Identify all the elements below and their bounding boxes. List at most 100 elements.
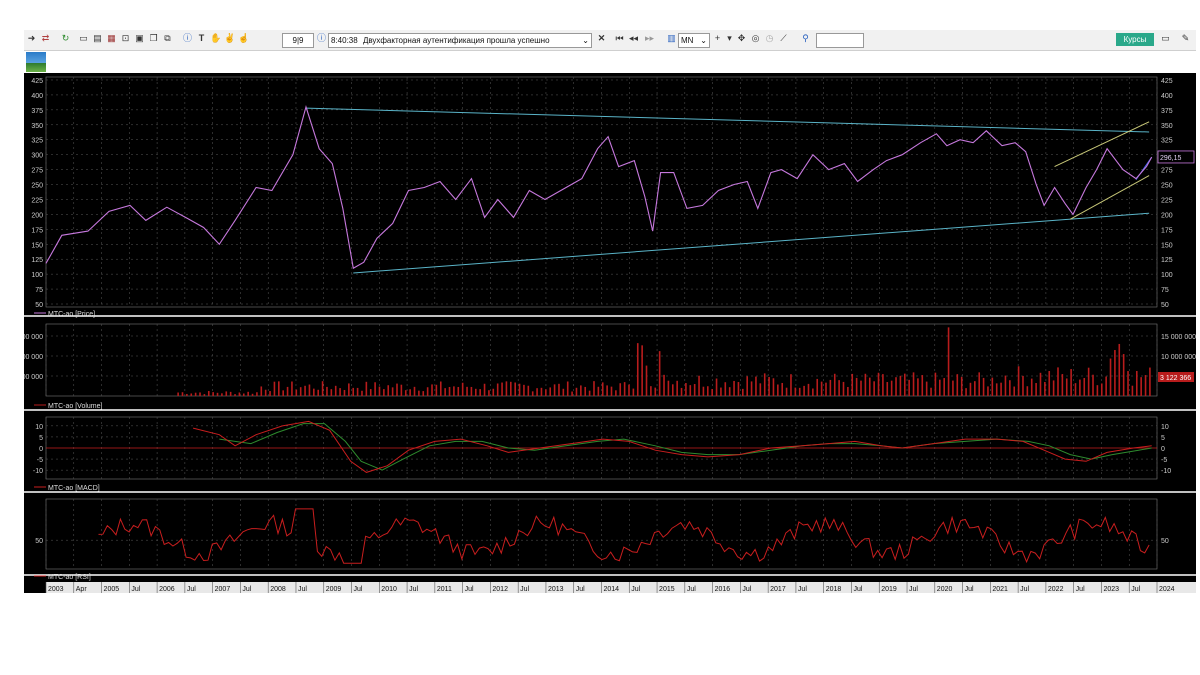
volume-bar (234, 394, 236, 396)
macd-legend-label: МТС-ао [MACD] (48, 485, 100, 492)
plus-icon[interactable]: + (712, 33, 723, 44)
volume-bar (1149, 367, 1151, 396)
volume-bar (510, 381, 512, 396)
volume-bar (777, 384, 779, 396)
volume-bar (479, 389, 481, 396)
clock-icon[interactable]: ◷ (764, 33, 775, 44)
price-tick-right: 150 (1161, 242, 1173, 249)
volume-bar (952, 380, 954, 396)
search-input[interactable] (816, 33, 864, 48)
macd-tick-right: 5 (1161, 435, 1165, 442)
alert-icon[interactable]: ⓘ (316, 33, 327, 44)
volume-bar (409, 389, 411, 396)
volume-bar (334, 385, 337, 396)
volume-bar (825, 382, 827, 396)
volume-bar (1048, 371, 1051, 396)
connect-icon[interactable]: ⇄ (40, 33, 51, 44)
candle-chart-icon[interactable]: ▥ (666, 33, 677, 44)
macd-tick-right: 10 (1161, 424, 1169, 431)
volume-bar (247, 391, 249, 396)
volume-bar (746, 376, 748, 396)
first-page-icon[interactable]: ⏮ (614, 33, 625, 44)
volume-bar (597, 386, 600, 396)
restore-icon[interactable]: ⧉ (162, 33, 173, 44)
volume-bar (886, 382, 889, 396)
refresh-icon[interactable]: ↻ (60, 33, 71, 44)
volume-legend-label: МТС-ао [Volume] (48, 403, 103, 410)
chart-logo-icon (26, 52, 46, 72)
next-page-icon[interactable]: ▸▸ (644, 33, 655, 44)
volume-bar (750, 381, 753, 396)
volume-bar (798, 387, 801, 396)
volume-bar (667, 380, 670, 396)
last-volume-value: 3 122 366 (1160, 375, 1191, 382)
x-axis-label: Jul (298, 586, 307, 593)
volume-tick-right: 15 000 000 (1161, 334, 1196, 341)
volume-bar (706, 386, 709, 396)
timeframe-select[interactable]: MN ⌄ (678, 33, 710, 48)
volume-bar (291, 381, 293, 396)
price-tick-left: 425 (31, 78, 43, 85)
volume-bar (453, 386, 455, 396)
x-axis-label: 2024 (1159, 586, 1175, 593)
arrow-right-icon[interactable]: ➜ (26, 33, 37, 44)
chart-canvas[interactable]: 50 5075 75100 100125 125150 150175 175200 20022… (8, 74, 1197, 593)
volume-bar (1039, 372, 1042, 396)
info-icon[interactable]: ⓘ (182, 33, 193, 44)
volume-bar (474, 388, 477, 396)
hand-icon[interactable]: ✋ (210, 33, 221, 44)
x-axis-label: 2008 (270, 586, 286, 593)
volume-bar (1096, 385, 1099, 396)
volume-bar (593, 381, 595, 396)
quotes-button[interactable]: Курсы (1116, 33, 1154, 46)
chart-window-icon[interactable]: ▣ (134, 33, 145, 44)
volume-bar (628, 384, 630, 396)
volume-bar (917, 378, 919, 396)
copy-icon[interactable]: ❐ (148, 33, 159, 44)
volume-bar (330, 389, 333, 396)
ruler-icon[interactable]: ⟋ (778, 33, 789, 44)
x-axis-label: 2012 (492, 586, 508, 593)
volume-bar (978, 372, 980, 396)
prev-page-icon[interactable]: ◂◂ (628, 33, 639, 44)
search-icon[interactable]: ⚲ (800, 33, 811, 44)
volume-bar (457, 386, 460, 396)
volume-bar (221, 393, 223, 396)
volume-bar (864, 373, 867, 396)
volume-bar (939, 379, 941, 396)
volume-bar (908, 379, 910, 396)
volume-bar (286, 386, 289, 396)
volume-bar (803, 385, 805, 396)
table-icon[interactable]: ▤ (92, 33, 103, 44)
volume-bar (1065, 378, 1068, 396)
status-message-dropdown[interactable]: 8:40:38 Двухфакторная аутентификация про… (328, 33, 592, 48)
window-icon[interactable]: ▭ (78, 33, 89, 44)
notes-icon[interactable]: ✎ (1180, 33, 1191, 44)
volume-bar (715, 378, 718, 396)
page-counter[interactable]: 9|9 (282, 33, 314, 48)
close-icon[interactable]: ✕ (596, 33, 607, 44)
volume-bar (177, 392, 179, 396)
target-icon[interactable]: ◎ (750, 33, 761, 44)
volume-bar (313, 388, 315, 396)
price-tick-right: 425 (1161, 78, 1173, 85)
dropdown-arrow-icon[interactable]: ▾ (724, 33, 735, 44)
volume-bar (1087, 367, 1090, 396)
zoom-window-icon[interactable]: ⊡ (120, 33, 131, 44)
volume-bar (1026, 386, 1029, 396)
volume-bar (842, 381, 845, 396)
macd-tick-left: -5 (37, 457, 43, 464)
x-axis-label: Jul (187, 586, 196, 593)
chat-icon[interactable]: ▭ (1160, 33, 1171, 44)
move-icon[interactable]: ✥ (736, 33, 747, 44)
volume-bar (413, 386, 416, 396)
volume-bar (317, 389, 320, 396)
text-icon[interactable]: T (196, 33, 207, 44)
x-axis-label: Jul (520, 586, 529, 593)
book-icon[interactable]: ▦ (106, 33, 117, 44)
volume-bar (720, 387, 722, 396)
volume-bar (1109, 358, 1112, 396)
hand-up-icon[interactable]: ☝ (238, 33, 249, 44)
volume-bar (676, 380, 678, 396)
hand-down-icon[interactable]: ✌ (224, 33, 235, 44)
